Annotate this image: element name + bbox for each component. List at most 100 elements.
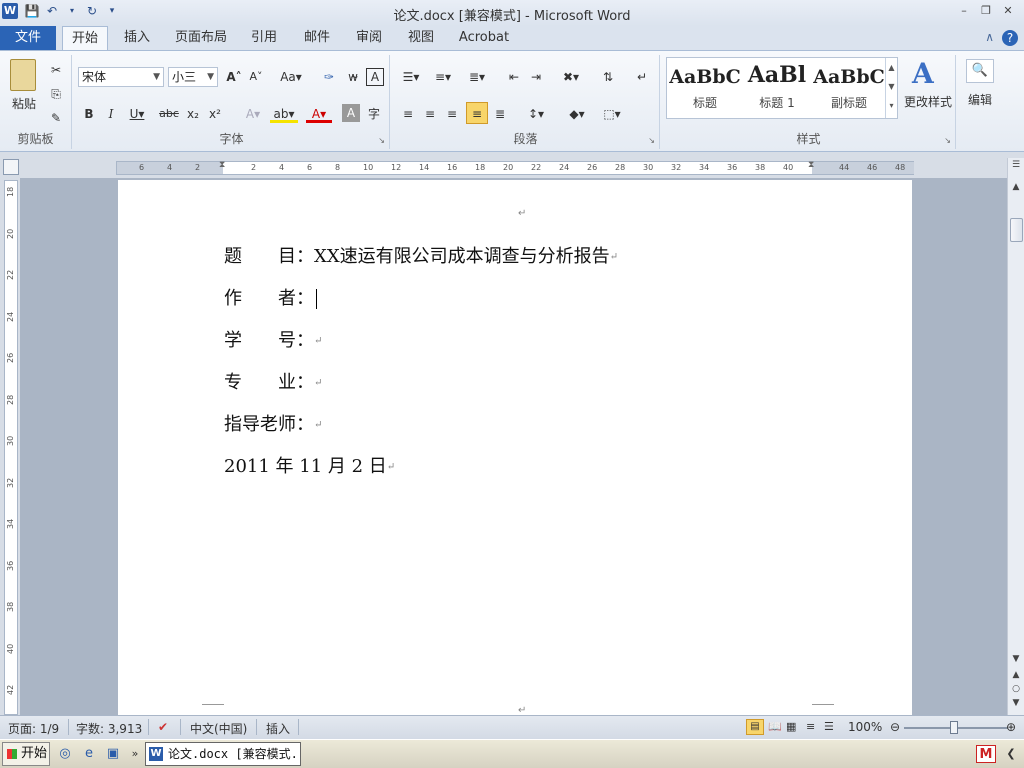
quick-launch-icon[interactable]: ◎ [56, 745, 74, 763]
close-icon[interactable]: ✕ [998, 3, 1018, 19]
zoom-level[interactable]: 100% [848, 720, 882, 734]
doc-line-title[interactable]: 题 目：XX速运有限公司成本调查与分析报告↵ [224, 242, 618, 268]
style-title[interactable]: AaBbC 标题 [669, 58, 741, 118]
style-subtitle[interactable]: AaBbC 副标题 [813, 58, 885, 118]
clear-format-icon[interactable]: ✑ [318, 66, 340, 88]
character-shading-icon[interactable]: A [342, 104, 360, 122]
browser-icon[interactable]: e [80, 745, 98, 763]
multilevel-list-icon[interactable]: ≣▾ [464, 66, 490, 88]
indent-marker-icon[interactable]: ⧗ [808, 160, 814, 170]
document-area[interactable]: ↵ 题 目：XX速运有限公司成本调查与分析报告↵ 作 者： 学 号：↵ 专 业：… [20, 178, 1007, 715]
tab-view[interactable]: 视图 [400, 26, 442, 50]
minimize-ribbon-icon[interactable]: ∧ [985, 30, 994, 46]
scroll-up-icon[interactable]: ▲ [1008, 182, 1024, 192]
text-effects-icon[interactable]: A▾ [240, 103, 266, 125]
line-spacing-icon[interactable]: ↕▾ [522, 103, 550, 125]
word-count[interactable]: 字数: 3,913 [76, 720, 142, 737]
font-dialog-launcher-icon[interactable]: ↘ [378, 136, 385, 145]
language-indicator[interactable]: 中文(中国) [190, 720, 247, 737]
print-layout-icon[interactable]: ▤ [746, 719, 764, 735]
shading-icon[interactable]: ◆▾ [562, 103, 592, 125]
paste-button[interactable]: 粘贴 [4, 93, 44, 115]
full-screen-reading-icon[interactable]: 📖 [768, 720, 782, 733]
page-count[interactable]: 页面: 1/9 [8, 720, 59, 737]
styles-dialog-launcher-icon[interactable]: ↘ [944, 136, 951, 145]
underline-icon[interactable]: U▾ [124, 103, 150, 125]
increase-indent-icon[interactable]: ⇥ [526, 66, 546, 88]
horizontal-ruler[interactable]: 6 4 2 2 4 6 8 10 12 14 16 18 20 22 24 26 28 30 32 34 36 38 40 4… [116, 160, 914, 175]
decrease-indent-icon[interactable]: ⇤ [504, 66, 524, 88]
web-layout-icon[interactable]: ▦ [786, 720, 796, 733]
proofing-icon[interactable]: ✔ [158, 720, 168, 734]
document-page[interactable]: ↵ 题 目：XX速运有限公司成本调查与分析报告↵ 作 者： 学 号：↵ 专 业：… [118, 180, 912, 715]
enclose-characters-icon[interactable]: 字 [364, 103, 384, 125]
change-styles-icon[interactable]: A [912, 57, 934, 90]
tab-home[interactable]: 开始 [62, 26, 108, 50]
character-border-icon[interactable]: A [366, 68, 384, 86]
next-page-icon[interactable]: ▼ [1008, 698, 1024, 708]
bold-icon[interactable]: B [80, 103, 98, 125]
italic-icon[interactable]: I [102, 103, 120, 125]
tray-app-icon[interactable]: M [976, 745, 996, 763]
ruler-toggle-icon[interactable]: ☰ [1008, 160, 1024, 170]
tab-acrobat[interactable]: Acrobat [452, 26, 516, 50]
draft-icon[interactable]: ☰ [824, 720, 834, 733]
scroll-thumb[interactable] [1010, 218, 1023, 242]
tab-page-layout[interactable]: 页面布局 [170, 26, 232, 50]
font-size-combo[interactable]: 小三 ▼ [168, 67, 218, 87]
subscript-icon[interactable]: x₂ [184, 103, 202, 125]
doc-line-advisor[interactable]: 指导老师：↵ [224, 410, 322, 436]
vertical-ruler[interactable]: 18 20 22 24 26 28 30 32 34 36 38 40 42 [4, 180, 18, 715]
format-painter-icon[interactable]: ✎ [46, 107, 66, 129]
restore-icon[interactable]: ❐ [976, 3, 996, 19]
tab-review[interactable]: 审阅 [348, 26, 390, 50]
doc-line-author[interactable]: 作 者： [224, 284, 317, 310]
justify-icon[interactable]: ≡ [466, 102, 488, 124]
start-button[interactable]: 开始 [2, 742, 50, 766]
cut-icon[interactable]: ✂ [46, 59, 66, 81]
strikethrough-icon[interactable]: abc [158, 103, 180, 125]
show-marks-icon[interactable]: ↵ [632, 66, 652, 88]
tab-mailings[interactable]: 邮件 [296, 26, 338, 50]
editing-button[interactable]: 编辑 [960, 89, 1000, 111]
help-icon[interactable]: ? [1002, 30, 1018, 46]
shrink-font-icon[interactable]: A˅ [246, 66, 266, 88]
media-icon[interactable]: ▣ [104, 745, 122, 763]
doc-line-date[interactable]: 2011 年 11 月 2 日↵ [224, 452, 395, 478]
font-name-combo[interactable]: 宋体 ▼ [78, 67, 164, 87]
doc-line-student-id[interactable]: 学 号：↵ [224, 326, 322, 352]
paragraph-dialog-launcher-icon[interactable]: ↘ [648, 136, 655, 145]
zoom-slider-handle[interactable] [950, 721, 958, 734]
tab-file[interactable]: 文件 [0, 26, 56, 50]
style-heading-1[interactable]: AaBl 标题 1 [741, 58, 813, 118]
tab-selector-icon[interactable] [3, 159, 19, 175]
phonetic-guide-icon[interactable]: w̴ [342, 66, 364, 88]
bullets-icon[interactable]: ☰▾ [398, 66, 424, 88]
vertical-scrollbar[interactable]: ☰ ▲ ▼ ▲ ○ ▼ [1007, 158, 1024, 715]
copy-icon[interactable]: ⎘ [46, 83, 66, 105]
tray-expand-icon[interactable]: ❮ [1002, 745, 1020, 763]
grow-font-icon[interactable]: A˄ [224, 66, 244, 88]
indent-marker-icon[interactable]: ⧗ [219, 160, 225, 170]
insert-mode-indicator[interactable]: 插入 [266, 720, 290, 737]
minimize-icon[interactable]: – [954, 3, 974, 19]
tab-references[interactable]: 引用 [244, 26, 284, 50]
previous-page-icon[interactable]: ▲ [1008, 670, 1024, 680]
doc-line-major[interactable]: 专 业：↵ [224, 368, 322, 394]
sort-icon[interactable]: ⇅ [598, 66, 618, 88]
styles-scroll-icon[interactable]: ▲ ▼ ▾ [885, 58, 897, 118]
find-icon[interactable]: 🔍 [966, 59, 994, 83]
change-styles-button[interactable]: 更改样式 [898, 91, 958, 113]
align-center-icon[interactable]: ≡ [420, 103, 440, 125]
scroll-down-icon[interactable]: ▼ [1008, 654, 1024, 664]
more-quick-launch-icon[interactable]: » [126, 745, 144, 763]
highlight-icon[interactable]: ab▾ [270, 103, 298, 123]
chinese-layout-icon[interactable]: ✖▾ [558, 66, 584, 88]
superscript-icon[interactable]: x² [206, 103, 224, 125]
outline-icon[interactable]: ≡ [806, 720, 815, 733]
numbering-icon[interactable]: ≡▾ [430, 66, 456, 88]
font-color-icon[interactable]: A▾ [306, 103, 332, 123]
browse-object-icon[interactable]: ○ [1008, 684, 1024, 694]
change-case-icon[interactable]: Aa▾ [278, 66, 304, 88]
align-left-icon[interactable]: ≡ [398, 103, 418, 125]
